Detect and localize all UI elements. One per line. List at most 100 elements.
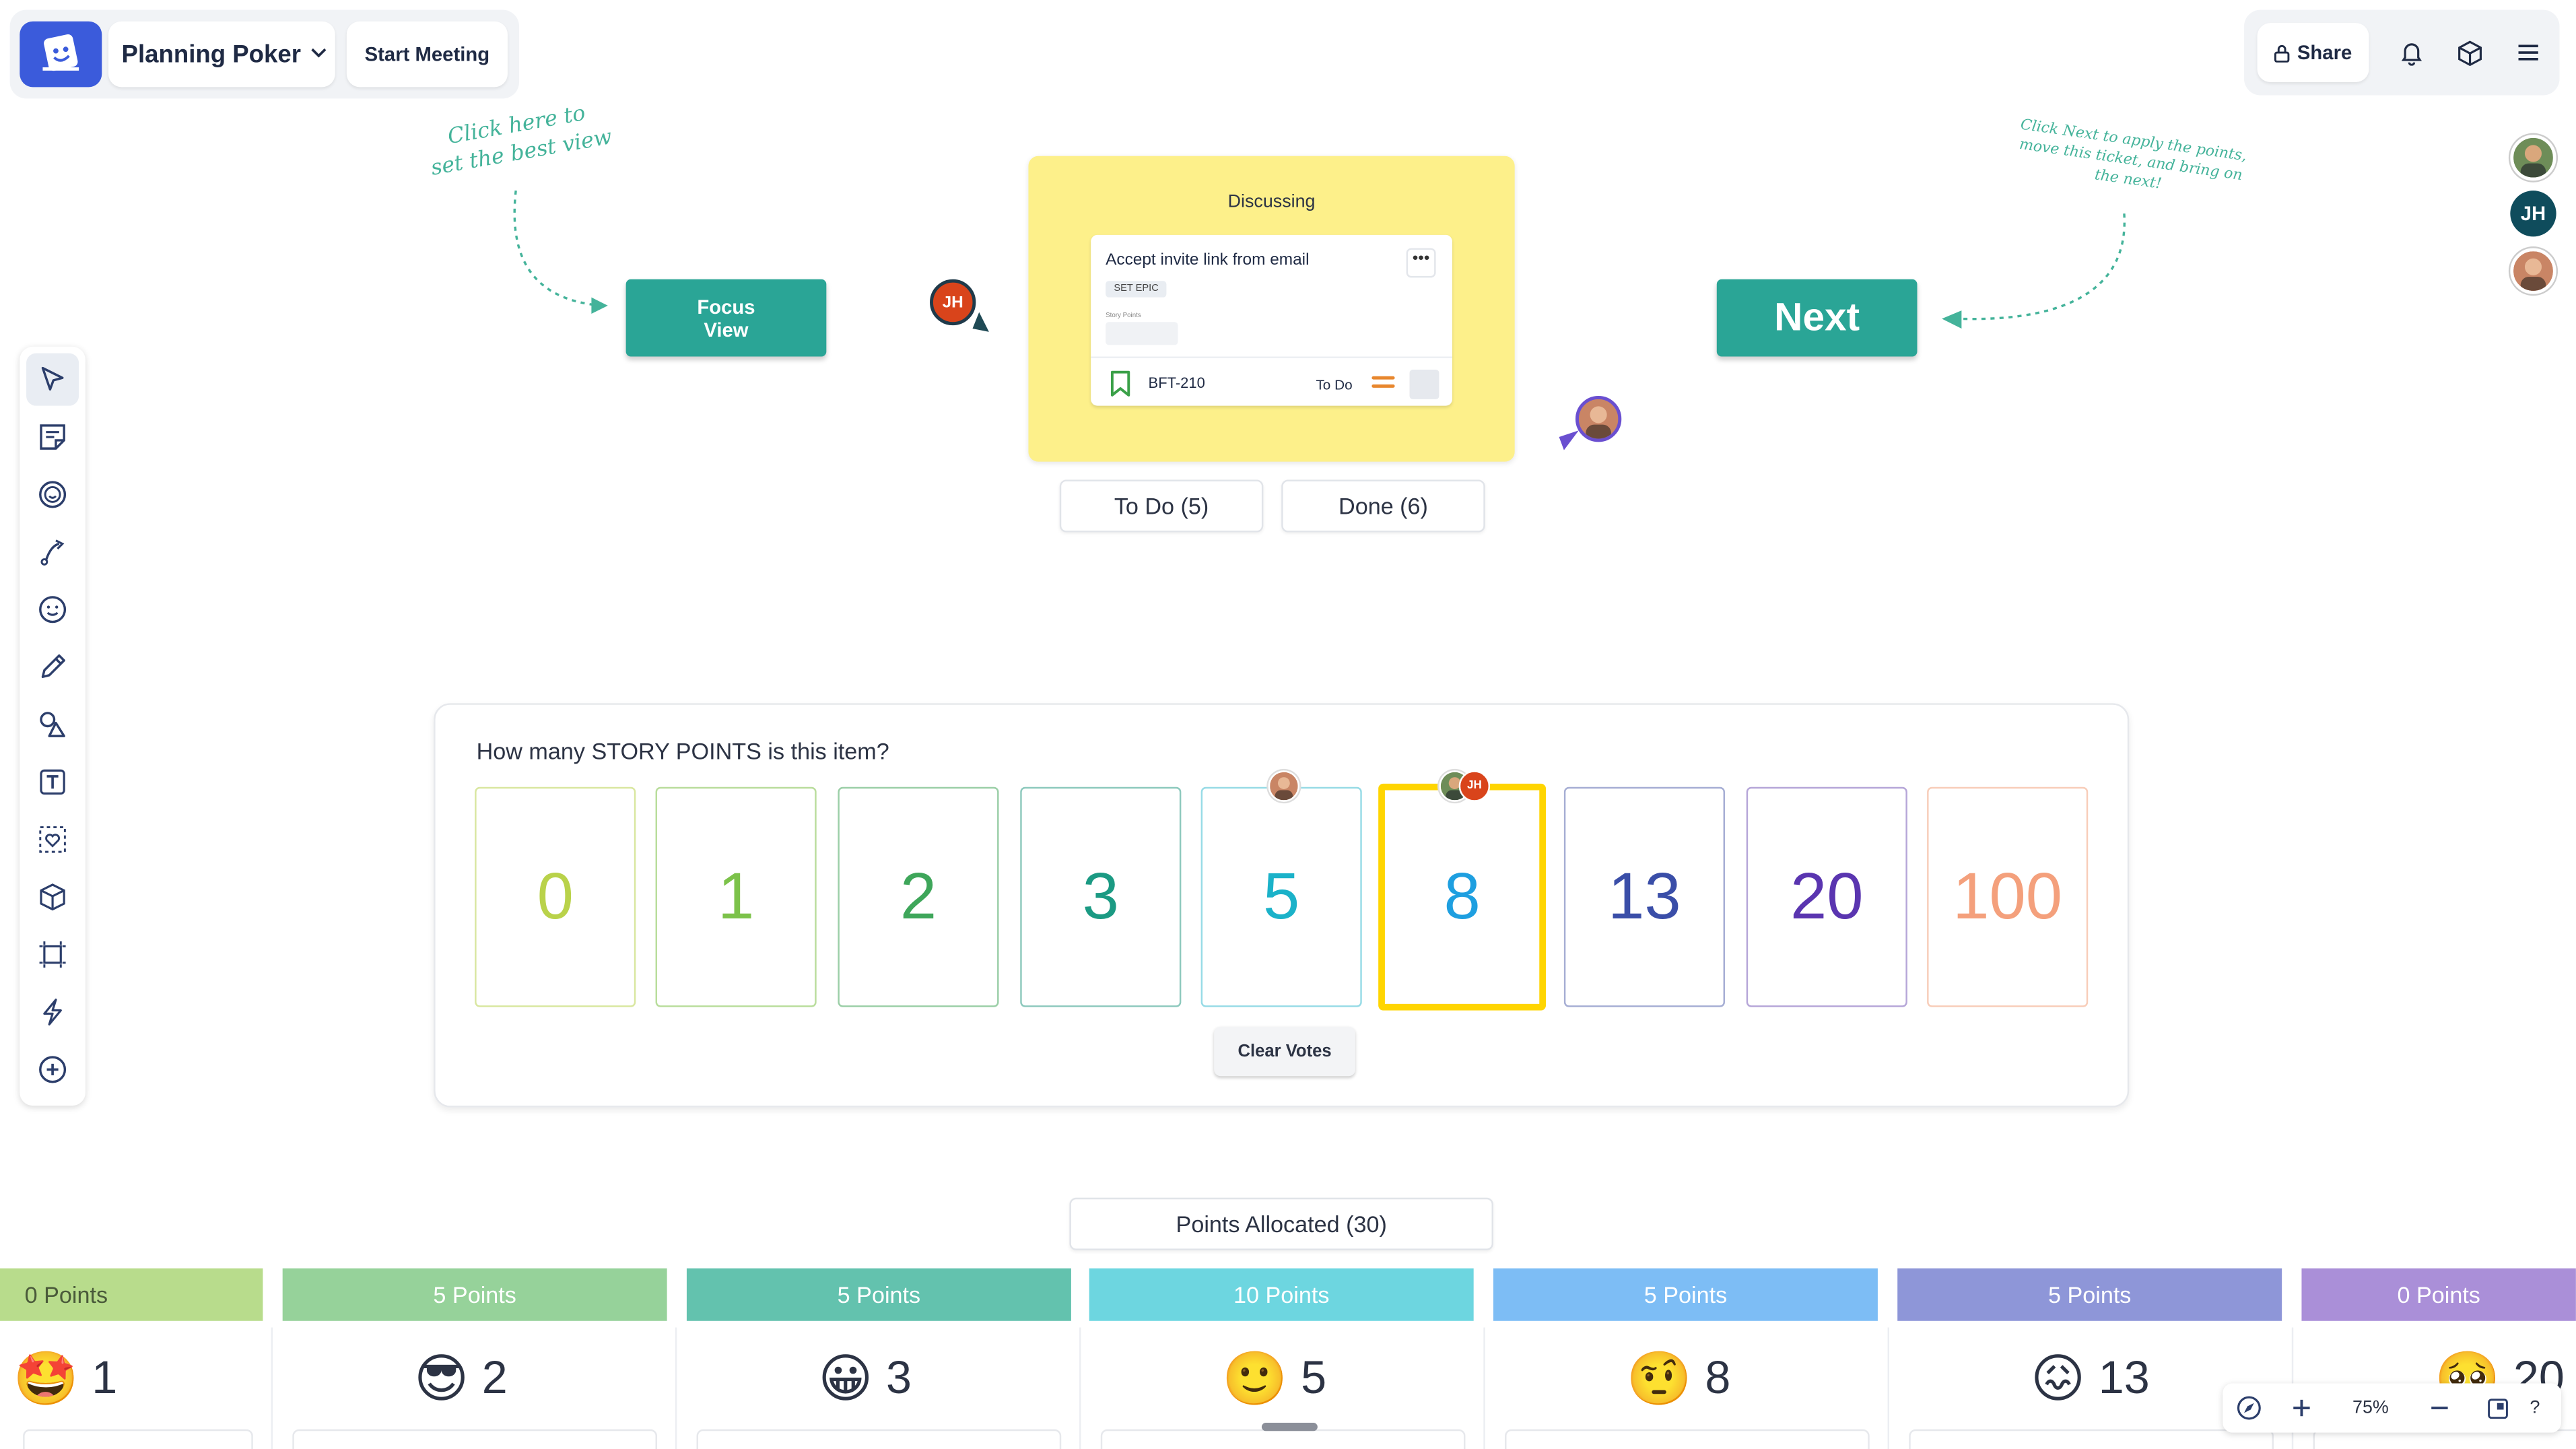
points-column: 🤩 1 bbox=[0, 1327, 273, 1449]
drawer-handle[interactable] bbox=[1261, 1423, 1318, 1431]
connector-tool[interactable] bbox=[26, 526, 79, 578]
menu-button[interactable] bbox=[2502, 23, 2554, 82]
bell-icon bbox=[2401, 43, 2422, 66]
voting-question: How many STORY POINTS is this item? bbox=[476, 737, 889, 764]
share-button[interactable]: Share bbox=[2257, 23, 2369, 82]
column-header: 😀 3 bbox=[818, 1347, 912, 1410]
vote-card-13[interactable]: 13 bbox=[1563, 786, 1725, 1007]
priority-medium-icon bbox=[1371, 376, 1395, 393]
template-tool[interactable] bbox=[26, 468, 79, 520]
frame-tool[interactable] bbox=[26, 929, 79, 981]
cursor-pointer-icon bbox=[1559, 430, 1579, 450]
start-meeting-button[interactable]: Start Meeting bbox=[346, 21, 508, 88]
minimap-button[interactable] bbox=[2479, 1390, 2515, 1426]
next-hint-annotation: Click Next to apply the points, move thi… bbox=[2018, 117, 2248, 194]
column-card[interactable] bbox=[696, 1429, 1062, 1449]
vote-card-8[interactable]: 8 bbox=[1378, 783, 1547, 1011]
points-bar: 5 Points bbox=[1897, 1268, 2282, 1321]
points-allocated-label: Points Allocated (30) bbox=[1069, 1197, 1493, 1250]
power-ups-tool[interactable] bbox=[26, 986, 79, 1038]
column-card[interactable] bbox=[1100, 1429, 1466, 1449]
todo-tab[interactable]: To Do (5) bbox=[1059, 479, 1264, 533]
participant-avatar[interactable] bbox=[2510, 248, 2556, 294]
bookmark-icon bbox=[1110, 370, 1130, 397]
story-points-label: Story Points bbox=[1106, 310, 1141, 319]
apps-tool[interactable] bbox=[26, 871, 79, 923]
frame-icon bbox=[39, 941, 66, 968]
column-value: 3 bbox=[886, 1352, 912, 1403]
ticket-more-button[interactable]: ••• bbox=[1406, 248, 1436, 278]
reaction-tool[interactable] bbox=[26, 583, 79, 636]
select-tool[interactable] bbox=[26, 353, 79, 406]
shapes-icon bbox=[40, 712, 65, 737]
ticket-card[interactable]: Accept invite link from email ••• SET EP… bbox=[1091, 234, 1452, 406]
emoji-icon: 😖 bbox=[2030, 1347, 2086, 1410]
column-value: 8 bbox=[1705, 1352, 1731, 1403]
points-bar: 0 Points bbox=[0, 1268, 263, 1321]
vote-card-3[interactable]: 3 bbox=[1020, 786, 1182, 1007]
set-epic-badge[interactable]: SET EPIC bbox=[1106, 281, 1167, 298]
poker-face-icon bbox=[39, 481, 67, 508]
board-name-dropdown[interactable]: Planning Poker bbox=[108, 21, 335, 88]
emoji-icon: 🙂 bbox=[1222, 1347, 1288, 1410]
zoom-level[interactable]: 75% bbox=[2341, 1390, 2400, 1426]
navigate-button[interactable] bbox=[2229, 1390, 2269, 1426]
column-card[interactable] bbox=[1909, 1429, 2274, 1449]
heart-frame-icon bbox=[39, 826, 66, 853]
vote-card-100[interactable]: 100 bbox=[1927, 786, 2089, 1007]
vote-card-20[interactable]: 20 bbox=[1746, 786, 1907, 1007]
pen-tool[interactable] bbox=[26, 641, 79, 694]
vote-card-0[interactable]: 0 bbox=[475, 786, 636, 1007]
shapes-tool[interactable] bbox=[26, 698, 79, 751]
notifications-button[interactable] bbox=[2385, 23, 2438, 82]
vote-card-1[interactable]: 1 bbox=[655, 786, 817, 1007]
ticket-status[interactable]: To Do bbox=[1316, 376, 1352, 393]
cursor-icon bbox=[41, 366, 64, 391]
story-points-field[interactable] bbox=[1106, 322, 1178, 345]
clear-votes-button[interactable]: Clear Votes bbox=[1214, 1027, 1355, 1077]
ticket-footer: BFT-210 To Do bbox=[1091, 356, 1452, 405]
share-label: Share bbox=[2297, 41, 2352, 65]
done-tab[interactable]: Done (6) bbox=[1281, 479, 1485, 533]
points-column: 😎 2 bbox=[273, 1327, 677, 1449]
hint-arrow-icon bbox=[1942, 213, 2126, 329]
column-header: 😎 2 bbox=[414, 1347, 508, 1410]
app-logo[interactable] bbox=[20, 21, 102, 88]
sticky-note-tool[interactable] bbox=[26, 411, 79, 463]
zoom-out-button[interactable] bbox=[2420, 1390, 2460, 1426]
person-photo-icon bbox=[1578, 399, 1619, 439]
column-card[interactable] bbox=[292, 1429, 657, 1449]
voter-avatar-jh: JH bbox=[1458, 770, 1491, 802]
discussing-title: Discussing bbox=[1227, 192, 1316, 212]
participant-avatar[interactable] bbox=[2510, 135, 2556, 181]
cube-icon bbox=[40, 883, 65, 911]
column-card[interactable] bbox=[23, 1429, 253, 1449]
help-button[interactable]: ? bbox=[2519, 1390, 2552, 1426]
logo-icon bbox=[42, 34, 79, 71]
focus-view-button[interactable]: Focus View bbox=[625, 279, 827, 357]
points-column: 😀 3 bbox=[677, 1327, 1081, 1449]
connector-icon bbox=[40, 539, 65, 566]
hamburger-icon bbox=[2518, 44, 2538, 61]
zoom-in-button[interactable] bbox=[2282, 1390, 2321, 1426]
compass-icon bbox=[2237, 1396, 2261, 1420]
next-button[interactable]: Next bbox=[1716, 279, 1918, 357]
text-tool[interactable] bbox=[26, 755, 79, 808]
vote-card-5[interactable]: 5 bbox=[1200, 786, 1362, 1007]
points-bar: 0 Points bbox=[2301, 1268, 2576, 1321]
person-photo-icon bbox=[1270, 772, 1298, 801]
apps-button[interactable] bbox=[2443, 23, 2495, 82]
vote-card-2[interactable]: 2 bbox=[838, 786, 999, 1007]
lock-icon bbox=[2274, 44, 2291, 62]
assignee-avatar[interactable] bbox=[1409, 370, 1439, 399]
column-value: 1 bbox=[92, 1352, 118, 1403]
participant-avatar-jh[interactable]: JH bbox=[2510, 191, 2556, 237]
column-card[interactable] bbox=[1505, 1429, 1870, 1449]
person-photo-icon bbox=[2513, 251, 2553, 291]
board-name: Planning Poker bbox=[121, 40, 302, 69]
plus-circle-icon bbox=[39, 1056, 67, 1083]
stickers-tool[interactable] bbox=[26, 813, 79, 866]
lightning-icon bbox=[43, 999, 62, 1025]
cursor-pointer-icon bbox=[972, 312, 989, 332]
add-tool[interactable] bbox=[26, 1043, 79, 1096]
